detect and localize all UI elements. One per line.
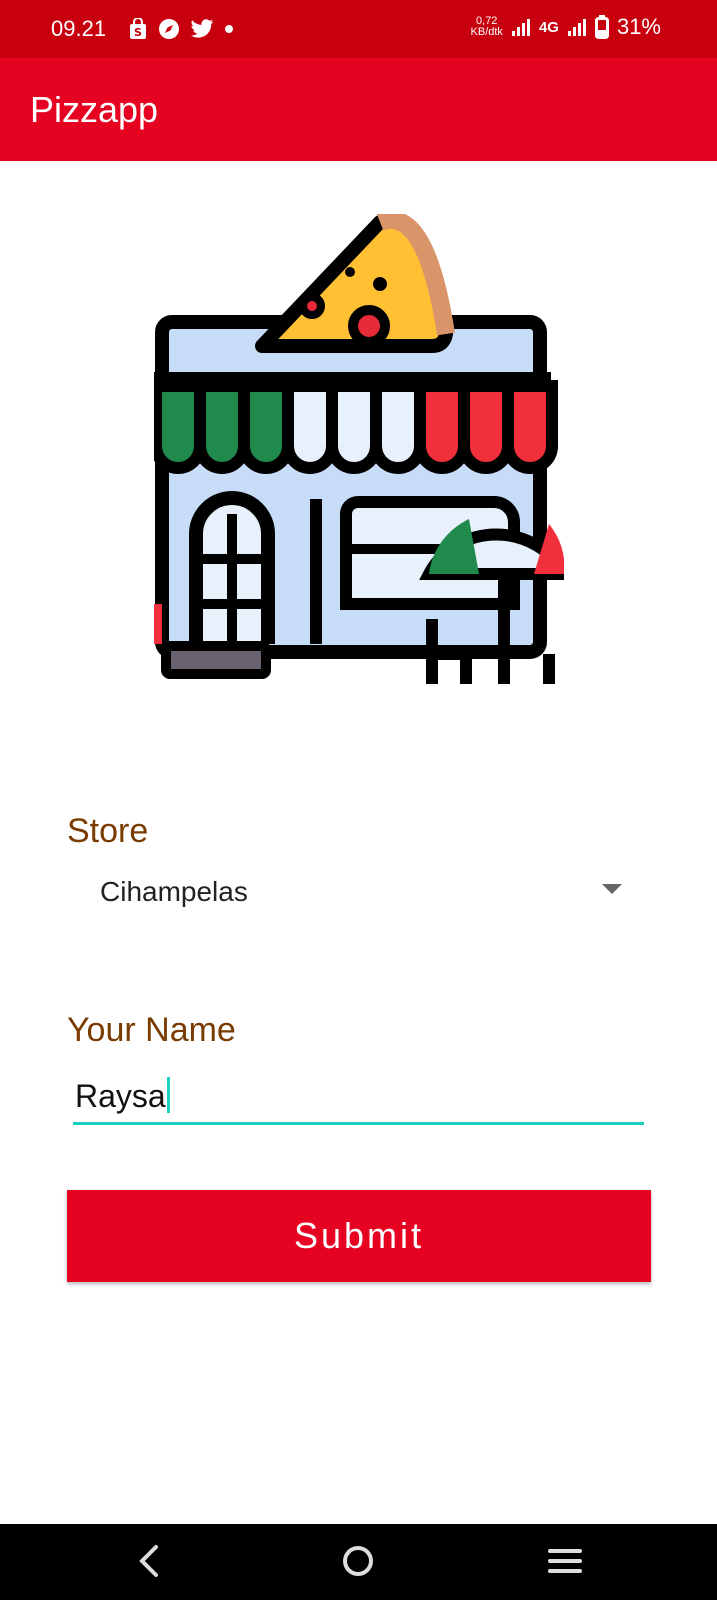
status-time: 09.21 (51, 16, 107, 41)
net-speed: 0,72 KB/dtk (471, 16, 503, 38)
svg-text:S: S (134, 26, 142, 39)
name-input[interactable]: Raysa (73, 1070, 644, 1125)
store-select-value: Cihampelas (100, 876, 248, 907)
battery-percent: 31% (616, 14, 661, 39)
shop-icon: S (130, 18, 146, 39)
app-bar: Pizzapp (0, 58, 717, 161)
signal-icon (511, 19, 530, 36)
notification-icons: S (128, 18, 234, 40)
submit-button[interactable]: Submit (67, 1190, 651, 1282)
compass-icon (159, 19, 179, 39)
name-value: Raysa (75, 1078, 166, 1114)
battery-icon (594, 15, 609, 39)
store-label: Store (67, 812, 149, 850)
network-type: 4G (538, 18, 559, 36)
menu-icon[interactable] (548, 1544, 582, 1578)
store-select[interactable]: Cihampelas (97, 866, 627, 912)
text-cursor (166, 1077, 170, 1113)
navigation-bar (0, 1524, 717, 1600)
net-speed-unit: KB/dtk (470, 26, 503, 38)
pizza-store-icon (154, 214, 564, 684)
status-bar: 09.21 S 0,72 KB/dtk 4G 31% (0, 0, 717, 58)
home-icon[interactable] (341, 1544, 375, 1578)
back-icon[interactable] (134, 1544, 164, 1578)
app-title: Pizzapp (30, 89, 159, 130)
status-right: 0,72 KB/dtk 4G 31% (471, 14, 661, 40)
name-input-text: Raysa (75, 1077, 170, 1115)
dot-icon (225, 25, 233, 33)
name-label: Your Name (67, 1011, 236, 1049)
signal-icon (567, 19, 586, 36)
twitter-icon (191, 19, 214, 38)
dropdown-arrow-icon (602, 884, 622, 894)
